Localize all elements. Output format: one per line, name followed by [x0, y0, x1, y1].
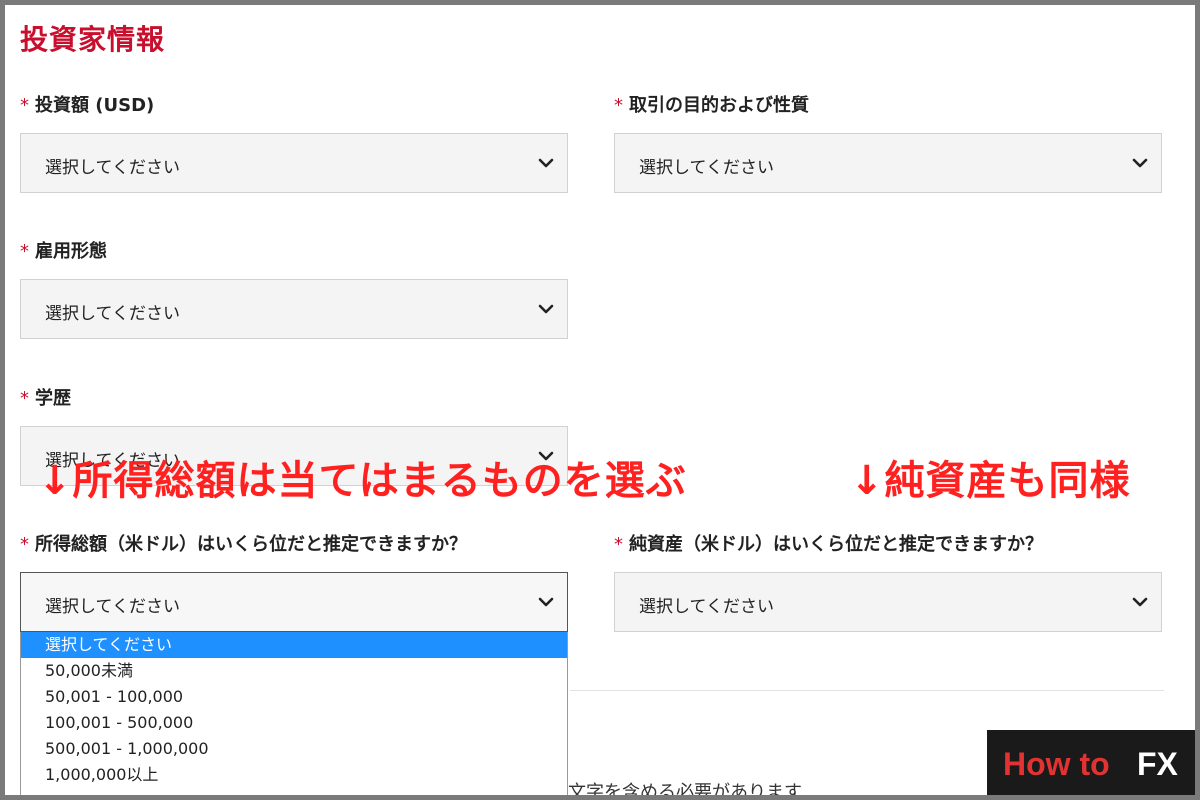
- section-divider: [570, 690, 1164, 691]
- employment-label-text: 雇用形態: [35, 241, 107, 262]
- dropdown-option[interactable]: 1,000,000以上: [21, 762, 567, 788]
- howtofx-logo: How to FX: [987, 730, 1200, 800]
- net-assets-label: * 純資産（米ドル）はいくら位だと推定できますか？: [614, 530, 1043, 556]
- purpose-label-text: 取引の目的および性質: [629, 95, 809, 116]
- required-mark: *: [20, 241, 29, 262]
- required-mark: *: [20, 388, 29, 409]
- chevron-down-icon: [538, 304, 554, 314]
- purpose-select[interactable]: 選択してください: [614, 133, 1162, 193]
- net-assets-select-value: 選択してください: [639, 597, 774, 617]
- education-label: * 学歴: [20, 384, 71, 410]
- net-assets-label-text: 純資産（米ドル）はいくら位だと推定できますか？: [629, 534, 1043, 555]
- investment-select-value: 選択してください: [45, 158, 180, 178]
- income-dropdown-list: 選択してください 50,000未満 50,001 - 100,000 100,0…: [20, 632, 568, 800]
- required-mark: *: [20, 95, 29, 116]
- net-assets-select[interactable]: 選択してください: [614, 572, 1162, 632]
- employment-select-value: 選択してください: [45, 304, 180, 324]
- income-select-value: 選択してください: [45, 597, 180, 617]
- chevron-down-icon: [1132, 158, 1148, 168]
- dropdown-option[interactable]: 500,001 - 1,000,000: [21, 736, 567, 762]
- dropdown-option[interactable]: 50,001 - 100,000: [21, 684, 567, 710]
- dropdown-option[interactable]: 選択してください: [21, 632, 567, 658]
- employment-label: * 雇用形態: [20, 237, 107, 263]
- investment-label: * 投資額 (USD): [20, 91, 154, 117]
- annotation-net-assets: ↓純資産も同様: [850, 458, 1131, 504]
- required-mark: *: [614, 95, 623, 116]
- section-title: 投資家情報: [20, 23, 166, 56]
- income-label-text: 所得総額（米ドル）はいくら位だと推定できますか？: [35, 534, 467, 555]
- dropdown-option[interactable]: 50,000未満: [21, 658, 567, 684]
- chevron-down-icon: [538, 597, 554, 607]
- investment-label-text: 投資額 (USD): [35, 95, 155, 116]
- logo-text-fx: FX: [1137, 746, 1178, 782]
- partial-hint-text: 文字を含める必要があります: [568, 782, 802, 800]
- required-mark: *: [20, 534, 29, 555]
- income-select[interactable]: 選択してください: [20, 572, 568, 632]
- chevron-down-icon: [1132, 597, 1148, 607]
- required-mark: *: [614, 534, 623, 555]
- logo-text-how-to: How to: [1003, 746, 1110, 782]
- investment-select[interactable]: 選択してください: [20, 133, 568, 193]
- annotation-income: ↓所得総額は当てはまるものを選ぶ: [38, 458, 687, 504]
- employment-select[interactable]: 選択してください: [20, 279, 568, 339]
- education-label-text: 学歴: [35, 388, 71, 409]
- dropdown-option[interactable]: 100,001 - 500,000: [21, 710, 567, 736]
- income-label: * 所得総額（米ドル）はいくら位だと推定できますか？: [20, 530, 467, 556]
- purpose-select-value: 選択してください: [639, 158, 774, 178]
- chevron-down-icon: [538, 158, 554, 168]
- purpose-label: * 取引の目的および性質: [614, 91, 809, 117]
